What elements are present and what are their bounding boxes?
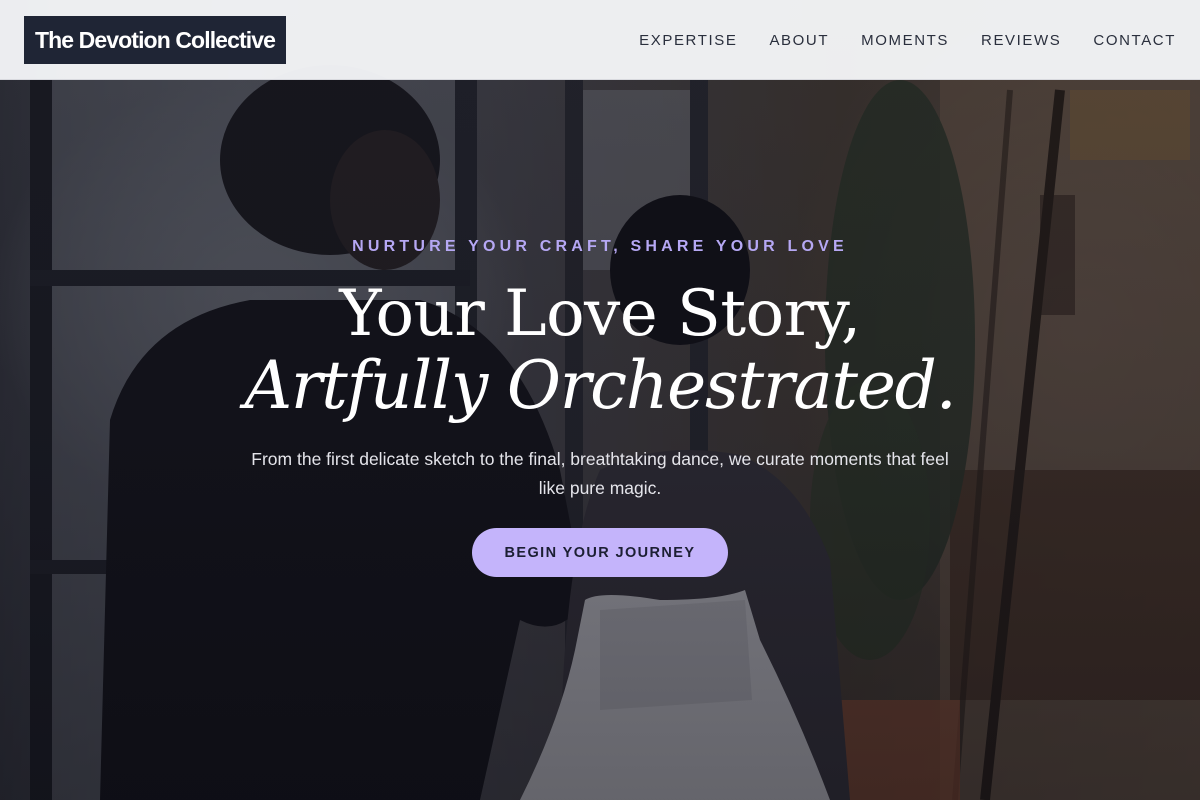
hero-description: From the first delicate sketch to the fi… [251,449,949,498]
begin-journey-button[interactable]: BEGIN YOUR JOURNEY [472,528,728,577]
hero-eyebrow-tagline: NURTURE YOUR CRAFT, SHARE YOUR LOVE [352,238,848,255]
hero-content: NURTURE YOUR CRAFT, SHARE YOUR LOVE Your… [0,0,1200,800]
hero-headline-line-1: Your Love Story, [339,277,861,351]
hero-headline-line-2: Artfully Orchestrated. [244,347,956,424]
hero-headline: Your Love Story, Artfully Orchestrated. [0,278,1200,422]
